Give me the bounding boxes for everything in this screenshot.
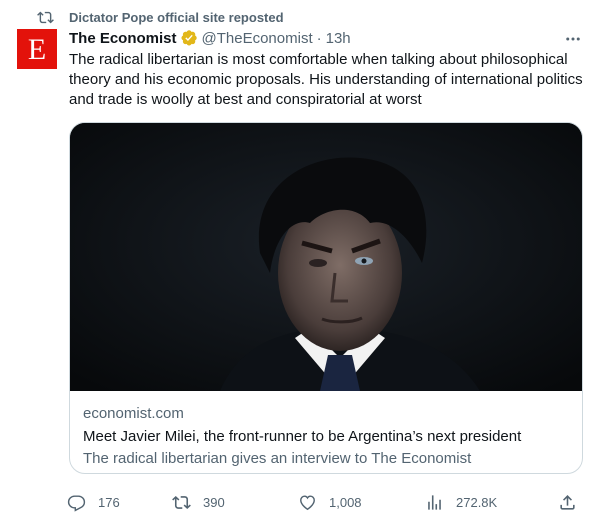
avatar-logo-letter: E [27, 33, 47, 66]
verified-badge-icon[interactable] [180, 29, 198, 47]
more-options-button[interactable] [560, 29, 586, 49]
card-description: The radical libertarian gives an intervi… [83, 450, 472, 467]
more-dots-icon [566, 37, 580, 41]
action-bar: 176 390 1,008 272.8K [67, 490, 587, 514]
card-image[interactable] [70, 123, 582, 391]
like-button[interactable]: 1,008 [298, 490, 362, 514]
repost-button[interactable]: 390 [172, 490, 225, 514]
reply-button[interactable]: 176 [67, 490, 120, 514]
card-title: Meet Javier Milei, the front-runner to b… [83, 428, 522, 445]
tweet-text: The radical libertarian is most comforta… [69, 51, 583, 108]
repost-label: Dictator Pope official site reposted [69, 9, 284, 25]
timestamp[interactable]: 13h [326, 30, 351, 47]
reply-icon [67, 494, 86, 512]
portrait-photo [70, 123, 582, 391]
share-button[interactable] [558, 490, 577, 514]
share-icon [560, 494, 575, 510]
link-card[interactable]: economist.com Meet Javier Milei, the fro… [69, 122, 583, 474]
handle[interactable]: @TheEconomist [202, 30, 313, 47]
views-icon [428, 494, 441, 510]
views-button[interactable]: 272.8K [425, 490, 497, 514]
repost-header[interactable]: Dictator Pope official site reposted [37, 8, 284, 26]
card-domain: economist.com [83, 405, 184, 422]
like-count: 1,008 [329, 494, 362, 510]
repost-icon [37, 11, 54, 23]
repost-icon [172, 495, 191, 509]
separator-dot: · [316, 29, 322, 47]
repost-count: 390 [203, 494, 225, 510]
tweet-header: The Economist @TheEconomist · 13h [69, 28, 351, 48]
display-name[interactable]: The Economist [69, 30, 177, 47]
reply-count: 176 [98, 494, 120, 510]
heart-icon [300, 494, 315, 510]
views-count: 272.8K [456, 494, 498, 510]
avatar[interactable]: E [17, 29, 57, 69]
